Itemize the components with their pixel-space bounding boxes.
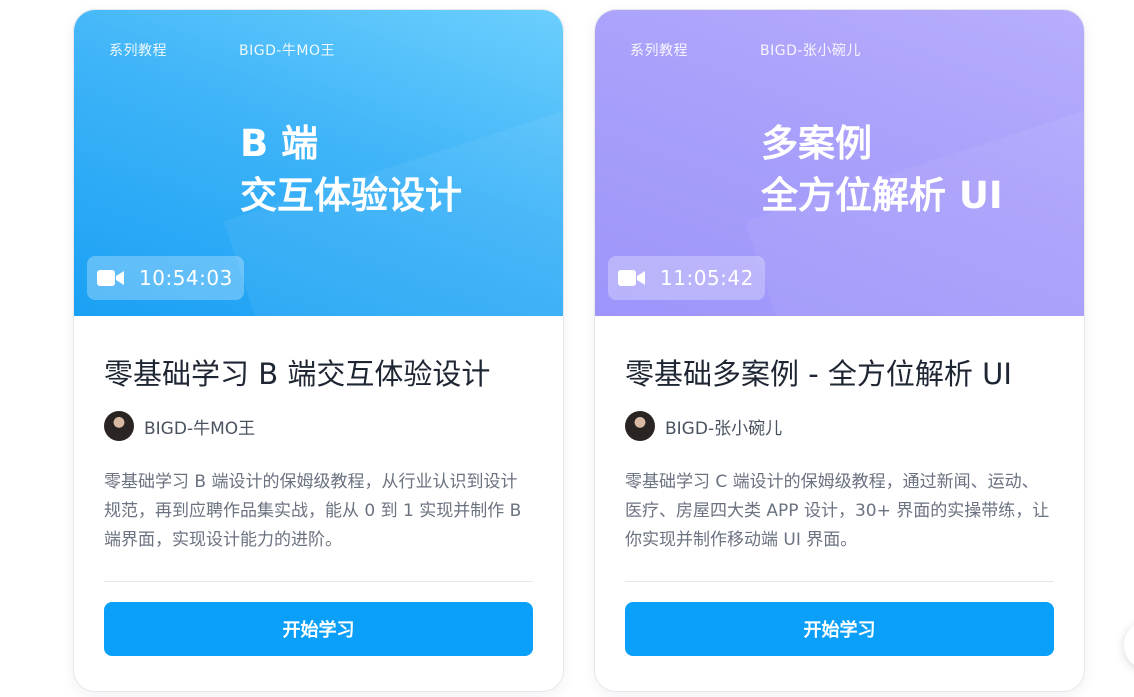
course-title[interactable]: 零基础多案例 - 全方位解析 UI xyxy=(625,354,1054,394)
start-learning-button[interactable]: 开始学习 xyxy=(104,602,533,656)
avatar xyxy=(625,411,655,441)
course-list: 系列教程 BIGD-牛MO王 B 端 交互体验设计 10:54:03 零基础学习… xyxy=(0,0,1134,697)
author-row[interactable]: BIGD-牛MO王 xyxy=(104,410,533,442)
cover-title-line: 多案例 xyxy=(761,122,872,165)
course-body: 零基础学习 B 端交互体验设计 BIGD-牛MO王 零基础学习 B 端设计的保姆… xyxy=(74,354,563,656)
duration-badge: 11:05:42 xyxy=(608,256,765,300)
start-learning-button[interactable]: 开始学习 xyxy=(625,602,1054,656)
course-description: 零基础学习 C 端设计的保姆级教程，通过新闻、运动、医疗、房屋四大类 APP 设… xyxy=(625,472,1050,550)
cover-title-line: B 端 xyxy=(240,122,319,165)
cover-title: 多案例 全方位解析 UI xyxy=(761,118,1003,222)
duration-text: 10:54:03 xyxy=(139,266,233,290)
author-row[interactable]: BIGD-张小碗儿 xyxy=(625,410,1054,442)
video-camera-icon xyxy=(97,269,125,287)
video-camera-icon xyxy=(618,269,646,287)
course-cover[interactable]: 系列教程 BIGD-牛MO王 B 端 交互体验设计 10:54:03 xyxy=(74,10,563,316)
divider xyxy=(104,581,533,582)
course-cover[interactable]: 系列教程 BIGD-张小碗儿 多案例 全方位解析 UI 11:05:42 xyxy=(595,10,1084,316)
series-tag: 系列教程 xyxy=(630,43,688,59)
course-description: 零基础学习 B 端设计的保姆级教程，从行业认识到设计规范，再到应聘作品集实战，能… xyxy=(104,472,522,550)
course-body: 零基础多案例 - 全方位解析 UI BIGD-张小碗儿 零基础学习 C 端设计的… xyxy=(595,354,1084,656)
avatar xyxy=(104,411,134,441)
duration-badge: 10:54:03 xyxy=(87,256,244,300)
cover-title-line: 全方位解析 UI xyxy=(761,174,1003,217)
cover-title: B 端 交互体验设计 xyxy=(240,118,462,222)
course-title[interactable]: 零基础学习 B 端交互体验设计 xyxy=(104,354,533,394)
cover-title-line: 交互体验设计 xyxy=(240,174,462,217)
course-card[interactable]: 系列教程 BIGD-张小碗儿 多案例 全方位解析 UI 11:05:42 零基础… xyxy=(594,9,1085,692)
course-card[interactable]: 系列教程 BIGD-牛MO王 B 端 交互体验设计 10:54:03 零基础学习… xyxy=(73,9,564,692)
cover-author: BIGD-张小碗儿 xyxy=(760,43,861,59)
author-name: BIGD-牛MO王 xyxy=(144,418,256,439)
cover-author: BIGD-牛MO王 xyxy=(239,43,336,59)
author-name: BIGD-张小碗儿 xyxy=(665,418,783,439)
divider xyxy=(625,581,1054,582)
floating-action-button[interactable] xyxy=(1124,620,1134,670)
duration-text: 11:05:42 xyxy=(660,266,754,290)
series-tag: 系列教程 xyxy=(109,43,167,59)
